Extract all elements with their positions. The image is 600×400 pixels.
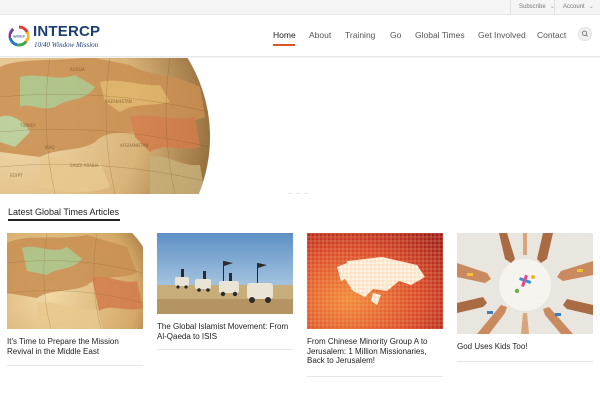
svg-text:RUSSIA: RUSSIA [70, 67, 85, 72]
hero-globe-image: RUSSIA KAZAKHSTAN TURKEY IRAQ SAUDI ARAB… [0, 57, 600, 194]
search-button[interactable] [578, 27, 592, 41]
svg-text:TURKEY: TURKEY [19, 123, 36, 128]
nav-active-indicator [273, 44, 295, 46]
globe-image [7, 233, 143, 329]
article-thumbnail[interactable] [457, 233, 593, 334]
slider-pagination [288, 184, 312, 194]
svg-text:AFGHANISTAN: AFGHANISTAN [120, 143, 148, 148]
site-logo[interactable]: INTERCP INTERCP 10/40 Window Mission [8, 23, 128, 51]
card-divider [157, 349, 293, 350]
article-title[interactable]: From Chinese Minority Group A to Jerusal… [307, 337, 443, 366]
kids-hands-image [457, 233, 593, 334]
article-thumbnail[interactable] [7, 233, 143, 329]
chevron-down-icon: ⌄ [588, 4, 594, 10]
account-label: Account [563, 4, 585, 10]
nav-item-go[interactable]: Go [390, 30, 401, 41]
slider-dot[interactable] [296, 193, 300, 194]
pixel-map-image [307, 233, 443, 329]
article-thumbnail[interactable] [157, 233, 293, 314]
hero-slider[interactable]: RUSSIA KAZAKHSTAN TURKEY IRAQ SAUDI ARAB… [0, 57, 600, 194]
article-title[interactable]: God Uses Kids Too! [457, 342, 593, 352]
utility-bar: Subscribe ⌄ Account ⌄ [0, 0, 600, 15]
nav-item-training[interactable]: Training [345, 30, 375, 41]
nav-item-get-involved[interactable]: Get Involved [478, 30, 526, 41]
slider-dot[interactable] [288, 193, 292, 194]
svg-text:SAUDI ARABIA: SAUDI ARABIA [70, 163, 99, 168]
convoy-image [157, 233, 293, 314]
subscribe-menu[interactable]: Subscribe ⌄ [510, 0, 555, 15]
nav-item-contact[interactable]: Contact [537, 30, 566, 41]
account-menu[interactable]: Account ⌄ [554, 0, 600, 15]
svg-text:EGYPT: EGYPT [10, 173, 23, 178]
slider-dot[interactable] [304, 193, 308, 194]
article-title[interactable]: It's Time to Prepare the Mission Revival… [7, 337, 143, 356]
section-title-underline [8, 219, 120, 221]
svg-text:INTERCP: INTERCP [13, 34, 25, 38]
svg-text:IRAQ: IRAQ [45, 145, 55, 150]
search-icon [581, 30, 588, 37]
logo-tagline: 10/40 Window Mission [34, 41, 99, 49]
nav-item-global-times[interactable]: Global Times [415, 30, 465, 41]
nav-item-about[interactable]: About [309, 30, 331, 41]
article-title[interactable]: The Global Islamist Movement: From Al-Qa… [157, 322, 293, 341]
card-divider [457, 361, 593, 362]
site-header: INTERCP INTERCP 10/40 Window Mission Hom… [0, 15, 600, 57]
section-title: Latest Global Times Articles [8, 207, 120, 217]
nav-item-home[interactable]: Home [273, 30, 296, 41]
subscribe-label: Subscribe [519, 4, 546, 10]
card-divider [7, 365, 143, 366]
svg-text:KAZAKHSTAN: KAZAKHSTAN [105, 99, 132, 104]
card-divider [307, 376, 443, 377]
logo-mark-icon: INTERCP [8, 25, 30, 47]
article-thumbnail[interactable] [307, 233, 443, 329]
logo-name: INTERCP [33, 23, 101, 40]
